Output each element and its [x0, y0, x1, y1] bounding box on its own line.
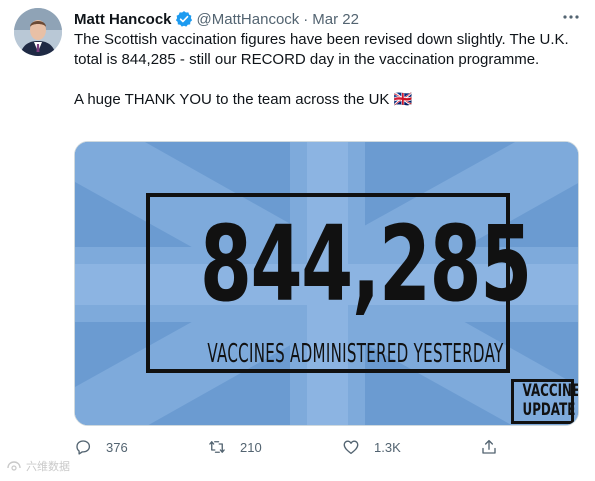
- retweet-count: 210: [240, 439, 262, 455]
- author-avatar[interactable]: [14, 8, 62, 56]
- verified-badge-icon: [175, 10, 193, 28]
- badge-line-1: VACCINE: [522, 381, 579, 401]
- tweet-date[interactable]: Mar 22: [312, 11, 359, 28]
- tweet-image[interactable]: 844,285 VACCINES ADMINISTERED YESTERDAY …: [74, 141, 579, 426]
- share-button[interactable]: [480, 438, 512, 456]
- like-count: 1.3K: [374, 439, 401, 455]
- reply-icon: [76, 440, 91, 455]
- like-button[interactable]: 1.3K: [342, 438, 401, 456]
- number-frame: 844,285 VACCINES ADMINISTERED YESTERDAY: [146, 193, 532, 373]
- vaccination-total: 844,285: [199, 203, 532, 325]
- reply-count: 376: [106, 439, 128, 455]
- author-name[interactable]: Matt Hancock: [74, 11, 172, 28]
- watermark-text: 六维数据: [26, 461, 70, 473]
- more-options-icon[interactable]: [558, 6, 584, 28]
- vaccines-subtitle: VACCINES ADMINISTERED YESTERDAY: [207, 339, 504, 369]
- tweet-actions: 376 210 1.3K: [74, 438, 504, 460]
- vaccine-update-badge: VACCINE UPDATE: [511, 379, 579, 424]
- watermark-logo-icon: [7, 461, 21, 471]
- retweet-icon: [209, 441, 225, 453]
- author-handle[interactable]: @MattHancock: [197, 11, 300, 28]
- reply-button[interactable]: 376: [74, 438, 128, 456]
- tweet-text: The Scottish vaccination figures have be…: [74, 31, 569, 108]
- tweet-header: Matt Hancock @MattHancock · Mar 22: [74, 9, 359, 29]
- header-separator: ·: [303, 10, 309, 28]
- share-icon: [482, 439, 496, 454]
- badge-line-2: UPDATE: [522, 400, 576, 420]
- watermark: 六维数据: [6, 458, 70, 474]
- retweet-button[interactable]: 210: [208, 438, 262, 456]
- heart-icon: [343, 440, 359, 455]
